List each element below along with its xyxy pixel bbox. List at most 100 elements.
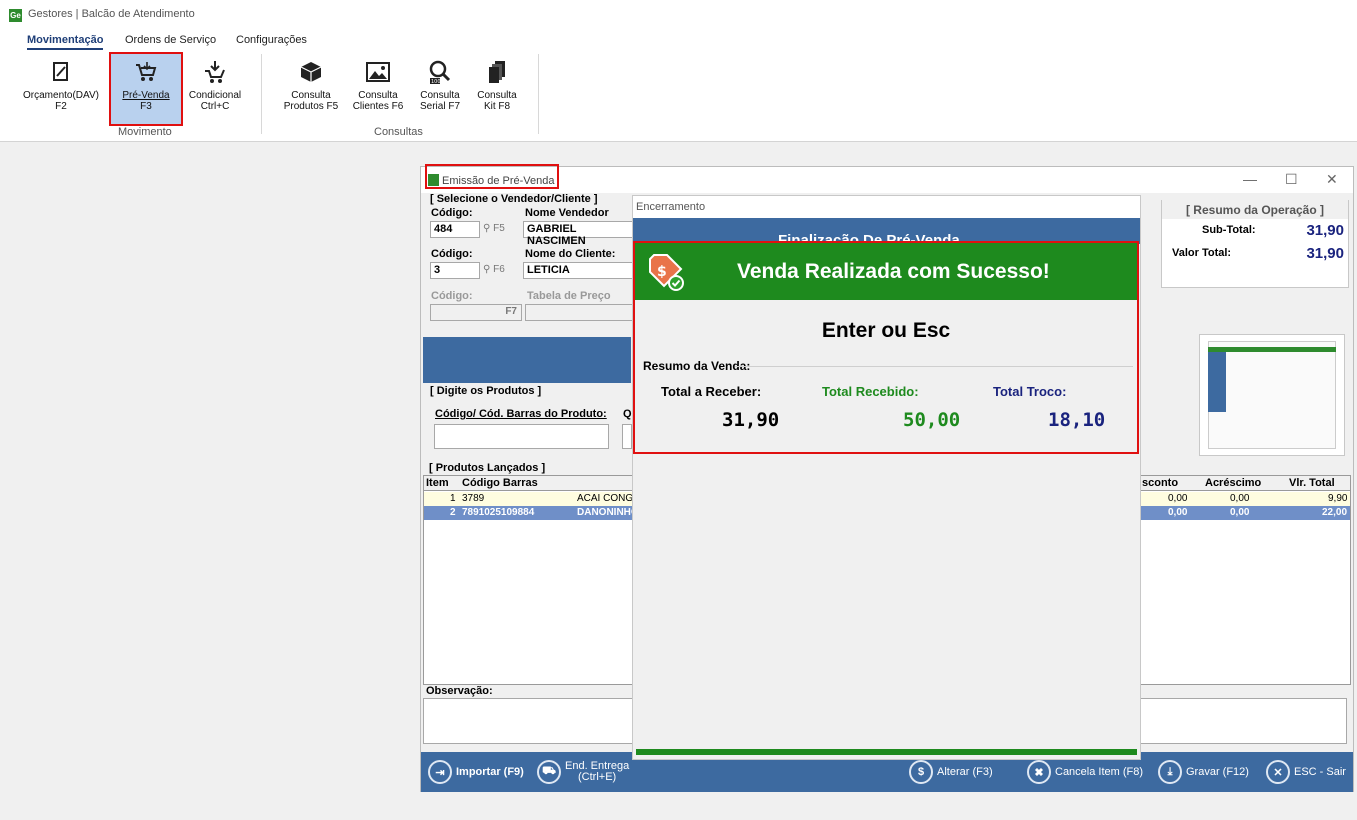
vendedor-search-icon[interactable]: ⚲ F5	[483, 223, 505, 234]
thumbnail-header	[1208, 347, 1336, 352]
cart-icon	[111, 54, 181, 90]
edit-money-icon: $	[909, 760, 933, 784]
thumbnail-image	[1208, 341, 1336, 449]
cell-item: 1	[450, 493, 456, 504]
sair-button[interactable]: ✕ ESC - Sair	[1266, 752, 1346, 792]
produtos-lancados-label: [ Produtos Lançados ]	[429, 462, 546, 474]
success-header: $ Venda Realizada com Sucesso!	[635, 243, 1137, 300]
consulta-serial-sub: Serial F7	[419, 101, 460, 112]
tab-movimentacao[interactable]: Movimentação	[27, 34, 104, 50]
end-entrega-line2: (Ctrl+E)	[578, 771, 617, 783]
nome-cliente-label: Nome do Cliente:	[525, 248, 616, 260]
cell-desconto: 0,00	[1168, 493, 1188, 504]
dialog-progress-bar	[636, 749, 1137, 755]
group-consultas-label: Consultas	[374, 126, 423, 138]
cliente-codigo-field[interactable]: 3	[430, 262, 480, 279]
alterar-label: Alterar (F3)	[937, 766, 993, 778]
stack-icon	[472, 54, 522, 90]
end-entrega-button[interactable]: ⛟ End. Entrega (Ctrl+E)	[537, 752, 629, 792]
gravar-label: Gravar (F12)	[1186, 766, 1249, 778]
col-acrescimo: Acréscimo	[1205, 477, 1262, 489]
codigo-tabela-label: Código:	[431, 290, 473, 302]
consulta-clientes-sub: Clientes F6	[352, 101, 404, 112]
consulta-kit-button[interactable]: Consulta Kit F8	[472, 54, 522, 126]
vendedor-codigo-field[interactable]: 484	[430, 221, 480, 238]
codigo-barras-input[interactable]	[434, 424, 609, 449]
price-tag-check-icon: $	[647, 252, 687, 295]
pre-venda-button[interactable]: Pré-Venda F3	[109, 52, 183, 126]
subtotal-value: 31,90	[1306, 222, 1344, 239]
title-highlight	[425, 164, 559, 189]
total-troco-label: Total Troco:	[993, 384, 1067, 399]
pre-venda-label: Pré-Venda	[122, 90, 170, 101]
cell-total: 22,00	[1322, 507, 1348, 518]
valor-total-label: Valor Total:	[1172, 247, 1232, 259]
group-movimento-label: Movimento	[118, 126, 172, 138]
tabela-codigo-field: F7	[430, 304, 522, 321]
save-icon: ⤓	[1158, 760, 1182, 784]
consulta-clientes-button[interactable]: Consulta Clientes F6	[348, 54, 408, 126]
importar-button[interactable]: ⇥ Importar (F9)	[428, 752, 524, 792]
consulta-kit-sub: Kit F8	[483, 101, 511, 112]
window-title-bar: Emissão de Pré-Venda — ☐ ✕	[421, 164, 1353, 193]
orcamento-label: Orçamento(DAV)	[23, 90, 99, 101]
cliente-nome-field[interactable]: LETICIA	[523, 262, 633, 279]
cell-acrescimo: 0,00	[1230, 493, 1250, 504]
tab-configuracoes[interactable]: Configurações	[236, 34, 307, 46]
cell-barras: 3789	[462, 493, 485, 504]
tab-ordens-servico[interactable]: Ordens de Serviço	[125, 34, 216, 46]
close-icon[interactable]: ✕	[1326, 171, 1338, 188]
tabela-preco-label: Tabela de Preço	[527, 290, 611, 302]
condicional-label: Condicional	[188, 90, 242, 101]
success-message: Venda Realizada com Sucesso!	[737, 260, 1050, 283]
info-band	[423, 337, 631, 383]
import-icon: ⇥	[428, 760, 452, 784]
box-icon	[279, 54, 343, 90]
condicional-button[interactable]: Condicional Ctrl+C	[185, 54, 245, 126]
consulta-produtos-label: Consulta	[291, 90, 331, 101]
subtotal-label: Sub-Total:	[1202, 224, 1256, 236]
tabela-key: F7	[505, 306, 517, 317]
cell-desconto: 0,00	[1168, 507, 1188, 518]
seller-section-label: [ Selecione o Vendedor/Cliente ]	[430, 193, 598, 205]
nome-vendedor-label: Nome Vendedor	[525, 207, 609, 219]
image-icon	[348, 54, 408, 90]
consulta-serial-button[interactable]: 100 Consulta Serial F7	[414, 54, 466, 126]
minimize-icon[interactable]: —	[1243, 171, 1257, 187]
cell-acrescimo: 0,00	[1230, 507, 1250, 518]
truck-icon: ⛟	[537, 760, 561, 784]
pre-venda-key: F3	[140, 101, 152, 112]
total-recebido-label: Total Recebido:	[822, 384, 919, 399]
col-item: Item	[426, 477, 449, 489]
condicional-key: Ctrl+C	[200, 101, 230, 112]
quantidade-input[interactable]	[622, 424, 632, 449]
cliente-search-icon[interactable]: ⚲ F6	[483, 264, 505, 275]
orcamento-dav-button[interactable]: Orçamento(DAV) F2	[20, 54, 102, 126]
dialog-title: Encerramento	[633, 196, 1140, 218]
cell-item: 2	[450, 507, 456, 518]
gravar-button[interactable]: ⤓ Gravar (F12)	[1158, 752, 1249, 792]
tabela-preco-field	[525, 304, 633, 321]
consulta-clientes-label: Consulta	[358, 90, 398, 101]
ribbon-divider	[538, 54, 539, 134]
col-vlr-total: Vlr. Total	[1289, 477, 1335, 489]
maximize-icon[interactable]: ☐	[1285, 171, 1298, 188]
svg-text:$: $	[657, 264, 667, 280]
sair-label: ESC - Sair	[1294, 766, 1346, 778]
consulta-produtos-button[interactable]: Consulta Produtos F5	[279, 54, 343, 126]
resumo-operacao-panel: [ Resumo da Operação ] Sub-Total: 31,90 …	[1161, 200, 1349, 288]
magnifier-icon: 100	[414, 54, 466, 90]
serial-badge-text: 100	[431, 79, 441, 85]
cliente-key: F6	[493, 264, 505, 275]
app-logo: Ge	[9, 9, 22, 22]
vendedor-nome-field[interactable]: GABRIEL NASCIMEN	[523, 221, 633, 247]
total-receber-value: 31,90	[722, 409, 780, 431]
ribbon-divider	[261, 54, 262, 134]
consulta-produtos-sub: Produtos F5	[283, 101, 339, 112]
total-recebido-value: 50,00	[903, 409, 961, 431]
resumo-operacao-title: [ Resumo da Operação ]	[1162, 200, 1348, 219]
enter-esc-hint: Enter ou Esc	[821, 319, 951, 342]
col-desconto: sconto	[1142, 477, 1179, 489]
valor-total-value: 31,90	[1306, 245, 1344, 262]
end-entrega-label: End. Entrega (Ctrl+E)	[565, 761, 629, 783]
